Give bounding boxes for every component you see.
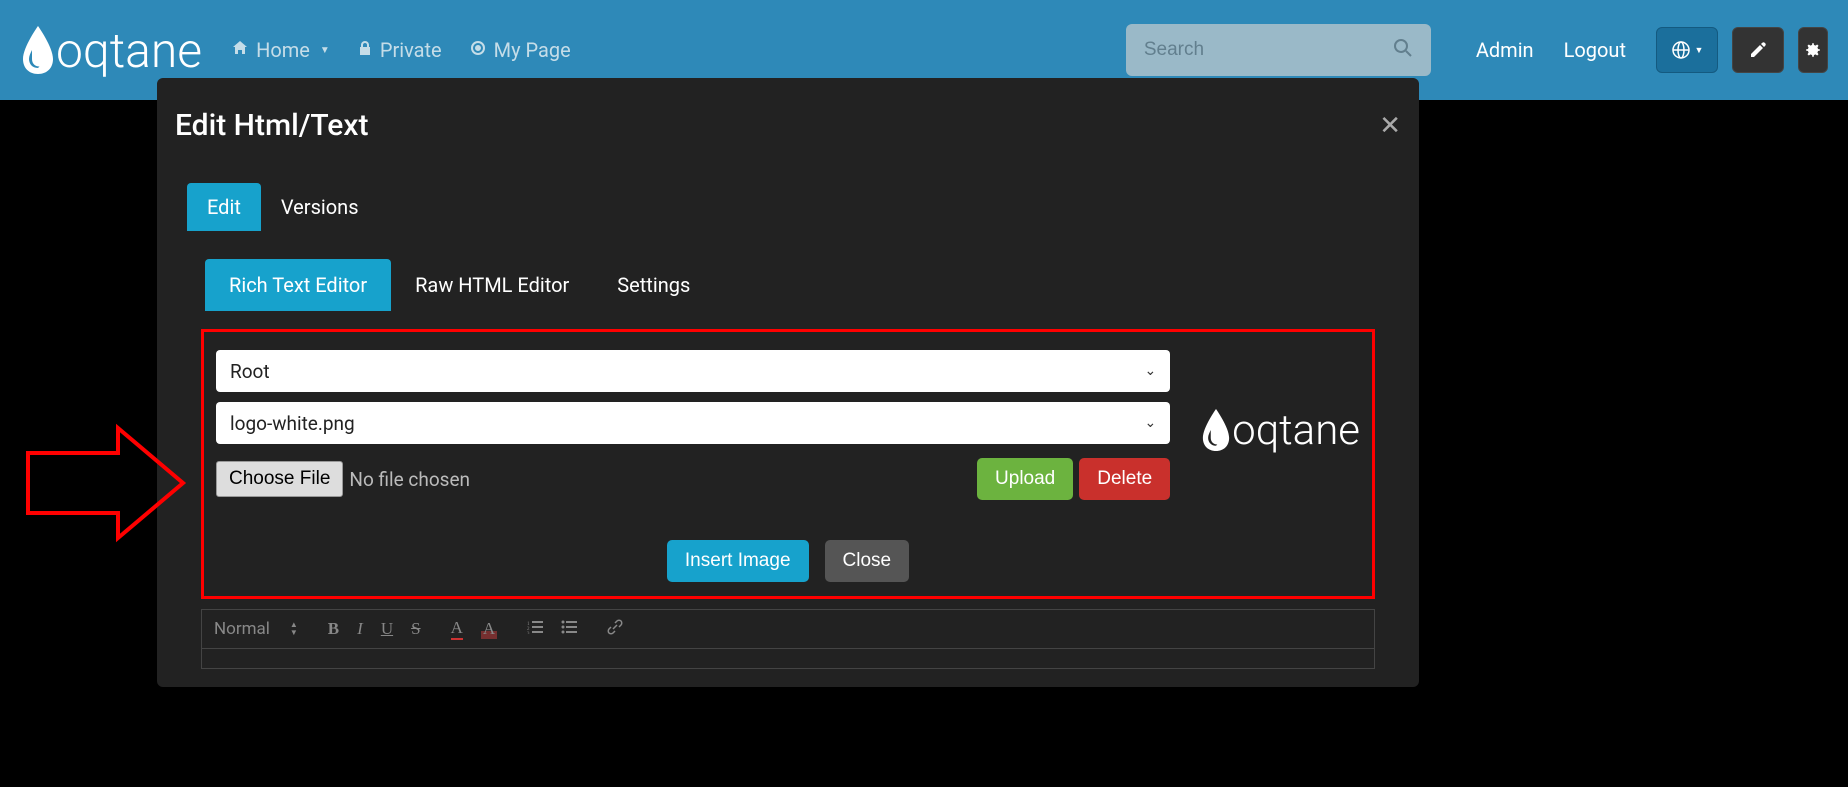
text-color-icon[interactable]: A [451,618,463,640]
lock-icon [358,40,372,60]
no-file-text: No file chosen [349,468,470,491]
caret-down-icon: ▼ [320,45,330,56]
tab-versions[interactable]: Versions [261,183,379,231]
file-select[interactable]: logo-white.png ⌄ [216,402,1170,444]
preview-text: oqtane [1232,406,1360,455]
folder-select-value: Root [230,360,270,383]
edit-modal: Edit Html/Text ✕ Edit Versions Rich Text… [157,78,1419,687]
search-box[interactable] [1126,24,1431,76]
link-icon[interactable] [607,619,623,640]
choose-file-button[interactable]: Choose File [216,461,343,497]
globe-icon [1671,40,1691,60]
svg-text:3: 3 [527,632,530,634]
chevron-down-icon: ⌄ [1144,363,1156,379]
close-button[interactable]: Close [825,540,910,582]
drop-icon [1200,409,1232,451]
close-icon[interactable]: ✕ [1379,111,1401,141]
strikethrough-icon[interactable]: S [411,619,420,639]
delete-button[interactable]: Delete [1079,458,1170,500]
globe-button[interactable]: ▼ [1656,27,1718,73]
file-select-value: logo-white.png [230,412,355,435]
home-icon [232,40,248,60]
settings-button[interactable] [1798,27,1828,73]
highlight-icon[interactable]: A [481,619,497,639]
tabs-outer: Edit Versions [175,183,1401,231]
nav-label: Private [380,38,442,62]
search-input[interactable] [1144,39,1393,61]
admin-link[interactable]: Admin [1476,38,1534,62]
modal-title: Edit Html/Text [175,108,368,143]
ordered-list-icon[interactable]: 123 [527,619,543,639]
upload-button[interactable]: Upload [977,458,1073,500]
gear-icon [1804,41,1822,59]
editor-body[interactable] [201,649,1375,669]
bottom-actions: Insert Image Close [216,540,1360,582]
editor-toolbar: Normal ▲▼ B I U S A A 123 [201,609,1375,649]
nav-item-home[interactable]: Home ▼ [232,38,330,62]
nav-right: Admin Logout ▼ [1476,27,1828,73]
color-group: A A [451,618,498,640]
nav-item-private[interactable]: Private [358,38,442,62]
tab-edit[interactable]: Edit [187,183,261,231]
folder-select[interactable]: Root ⌄ [216,350,1170,392]
stepper-icon: ▲▼ [290,621,298,637]
pencil-icon [1749,41,1767,59]
tab-settings[interactable]: Settings [593,259,714,311]
nav-items: Home ▼ Private My Page [232,38,571,62]
insert-image-button[interactable]: Insert Image [667,540,809,582]
drop-icon [20,26,56,74]
nav-item-mypage[interactable]: My Page [470,38,571,62]
image-preview: oqtane [1200,360,1360,500]
list-group: 123 [527,619,577,639]
annotation-arrow [18,418,188,548]
tab-rich-text[interactable]: Rich Text Editor [205,259,391,311]
format-dropdown[interactable]: Normal ▲▼ [214,619,298,639]
file-actions: Choose File No file chosen Upload Delete [216,458,1170,500]
tabs-inner: Rich Text Editor Raw HTML Editor Setting… [175,259,1401,311]
modal-header: Edit Html/Text ✕ [175,108,1401,143]
edit-button[interactable] [1732,27,1784,73]
brand-text: oqtane [56,22,202,79]
unordered-list-icon[interactable] [561,619,577,639]
bold-icon[interactable]: B [328,619,339,639]
format-group: B I U S [328,619,421,639]
format-label: Normal [214,619,270,639]
target-icon [470,40,486,60]
brand-logo[interactable]: oqtane [20,22,202,79]
underline-icon[interactable]: U [381,619,393,639]
link-group [607,619,623,640]
file-area: Root ⌄ logo-white.png ⌄ Choose File No f… [201,329,1375,599]
chevron-down-icon: ⌄ [1144,415,1156,431]
tab-raw-html[interactable]: Raw HTML Editor [391,259,593,311]
nav-label: My Page [494,38,571,62]
file-controls: Root ⌄ logo-white.png ⌄ Choose File No f… [216,350,1170,500]
icon-buttons: ▼ [1656,27,1828,73]
italic-icon[interactable]: I [357,619,363,639]
logout-link[interactable]: Logout [1564,38,1626,62]
search-icon[interactable] [1393,38,1413,63]
nav-label: Home [256,38,310,62]
